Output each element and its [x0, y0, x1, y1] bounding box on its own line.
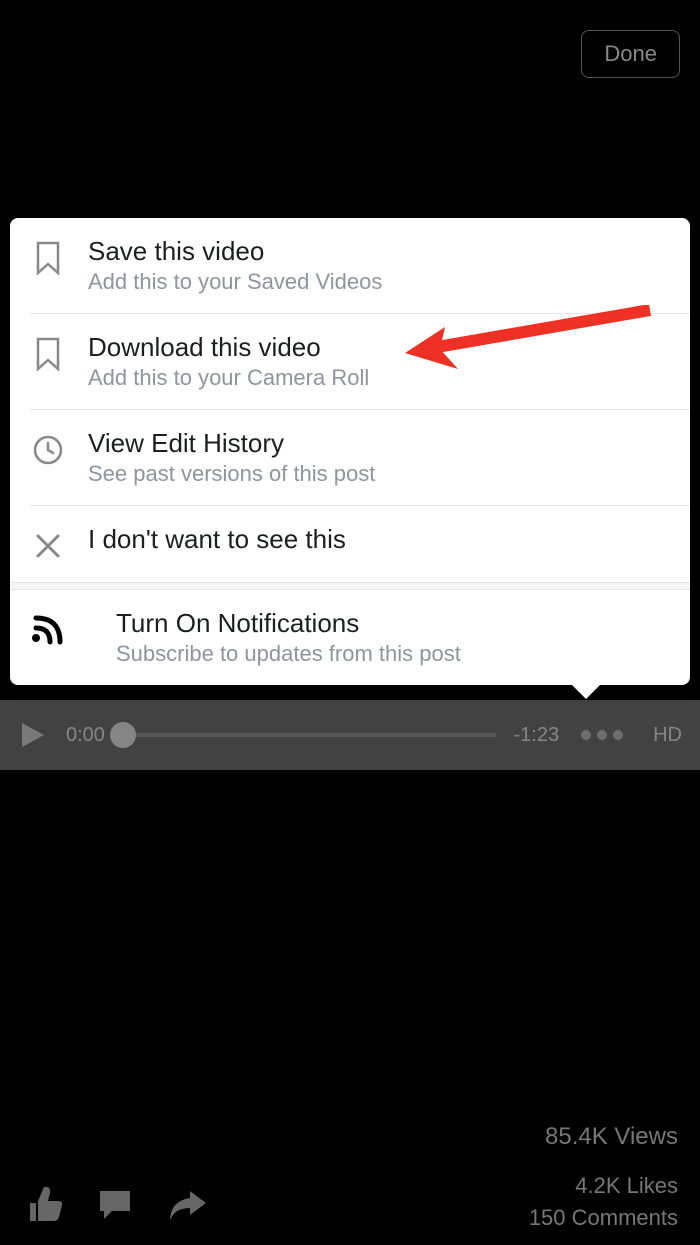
menu-title: Save this video	[88, 236, 670, 267]
menu-item-turn-on-notifications[interactable]: Turn On Notifications Subscribe to updat…	[10, 590, 690, 685]
bookmark-icon	[30, 240, 66, 276]
close-icon	[30, 528, 66, 564]
menu-subtitle: Add this to your Camera Roll	[88, 365, 670, 391]
views-count: 85.4K Views	[529, 1123, 678, 1151]
menu-divider	[10, 582, 690, 590]
comments-count[interactable]: 150 Comments	[529, 1205, 678, 1231]
options-menu: Save this video Add this to your Saved V…	[10, 218, 690, 685]
menu-title: Turn On Notifications	[116, 608, 670, 639]
menu-subtitle: Add this to your Saved Videos	[88, 269, 670, 295]
menu-title: Download this video	[88, 332, 670, 363]
menu-title: I don't want to see this	[88, 524, 670, 555]
footer: 85.4K Views 4.2K Likes 150 Comments	[0, 1123, 700, 1231]
menu-item-save-video[interactable]: Save this video Add this to your Saved V…	[10, 218, 690, 313]
menu-item-dont-want-to-see[interactable]: I don't want to see this	[30, 505, 690, 582]
done-button[interactable]: Done	[581, 30, 680, 78]
menu-subtitle: See past versions of this post	[88, 461, 670, 487]
menu-subtitle: Subscribe to updates from this post	[116, 641, 670, 667]
share-button[interactable]	[166, 1183, 208, 1225]
bookmark-icon	[30, 336, 66, 372]
like-button[interactable]	[22, 1183, 64, 1225]
likes-count[interactable]: 4.2K Likes	[529, 1173, 678, 1199]
rss-icon	[30, 612, 66, 648]
menu-item-download-video[interactable]: Download this video Add this to your Cam…	[30, 313, 690, 409]
clock-icon	[30, 432, 66, 468]
menu-item-edit-history[interactable]: View Edit History See past versions of t…	[30, 409, 690, 505]
player-overlay	[0, 700, 700, 770]
menu-title: View Edit History	[88, 428, 670, 459]
comment-button[interactable]	[94, 1183, 136, 1225]
